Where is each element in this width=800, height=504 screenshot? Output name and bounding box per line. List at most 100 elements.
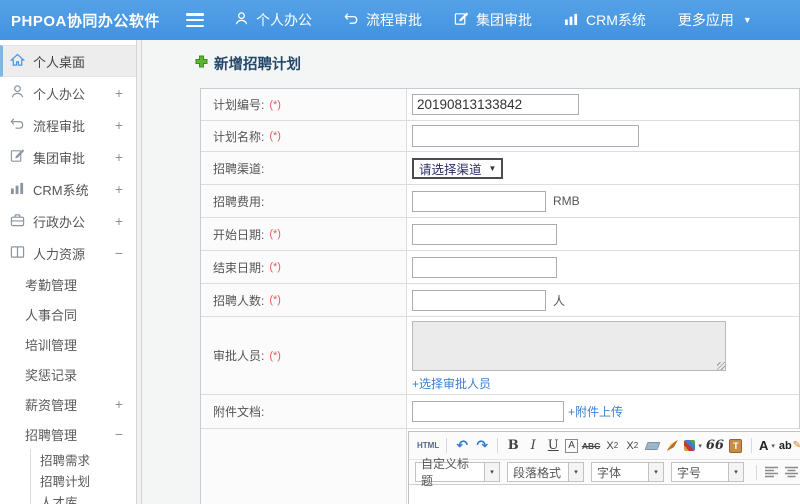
- sidebar-item-talent-pool[interactable]: 人才库: [31, 491, 136, 504]
- sidebar-item-recruit-mgmt[interactable]: 招聘管理 −: [0, 419, 136, 449]
- paste-text-icon[interactable]: T: [728, 436, 744, 456]
- field-label: 开始日期:: [213, 227, 265, 242]
- sidebar-item-salary-mgmt[interactable]: 薪资管理 +: [0, 389, 136, 419]
- subscript-button[interactable]: X2: [624, 436, 640, 456]
- field-label: 计划名称:: [213, 129, 265, 144]
- collapse-minus-icon[interactable]: −: [115, 245, 123, 261]
- field-label: 招聘人数:: [213, 293, 265, 308]
- topnav-crm-system[interactable]: CRM系统: [564, 10, 646, 30]
- expand-plus-icon[interactable]: +: [115, 117, 123, 133]
- dropdown-arrow-icon[interactable]: ▾: [729, 462, 744, 482]
- sidebar-item-label: 行政办公: [33, 214, 86, 230]
- collapse-minus-icon[interactable]: −: [115, 426, 123, 442]
- sidebar-item-admin-office[interactable]: 行政办公 +: [0, 205, 136, 237]
- underline-button[interactable]: U: [545, 436, 561, 456]
- blockquote-button[interactable]: 66: [706, 436, 724, 456]
- sidebar-item-hr-contract[interactable]: 人事合同: [0, 299, 136, 329]
- align-center-icon[interactable]: [785, 466, 799, 478]
- editor-toolbar-row2: 自定义标题 ▾ 段落格式 ▾ 字体 ▾ 字号 ▾: [409, 457, 800, 488]
- top-bar: PHPOA协同办公软件 个人办公 流程审批 集团审批 CRM系统 更多应用 ▼: [0, 0, 800, 40]
- sidebar-item-attendance-mgmt[interactable]: 考勤管理: [0, 269, 136, 299]
- font-size-dropdown[interactable]: 字号 ▾: [671, 462, 744, 482]
- topnav-more-apps[interactable]: 更多应用 ▼: [678, 10, 752, 30]
- format-brush-icon[interactable]: [664, 436, 680, 456]
- superscript-button[interactable]: X2: [604, 436, 620, 456]
- expand-plus-icon[interactable]: +: [115, 181, 123, 197]
- topnav-group-approval[interactable]: 集团审批: [454, 10, 532, 30]
- app-logo: PHPOA协同办公软件: [11, 12, 160, 30]
- chart-icon: [564, 12, 586, 29]
- approvers-textarea[interactable]: [412, 321, 726, 371]
- attachment-upload-link[interactable]: +附件上传: [568, 403, 623, 420]
- sidebar-item-recruit-plan[interactable]: 招聘计划: [31, 470, 136, 491]
- plan-name-input[interactable]: [412, 125, 639, 147]
- empty-label-cell: [201, 429, 407, 504]
- expand-plus-icon[interactable]: +: [115, 149, 123, 165]
- attachment-input[interactable]: [412, 401, 564, 422]
- form-row-start-date: 开始日期: (*): [201, 218, 799, 251]
- flow-icon: [10, 116, 33, 134]
- plan-number-input[interactable]: [412, 94, 579, 115]
- bold-button[interactable]: B: [505, 436, 521, 456]
- person-icon: [234, 11, 256, 29]
- headcount-input[interactable]: [412, 289, 546, 311]
- sidebar-item-personal-desktop[interactable]: 个人桌面: [0, 45, 136, 77]
- select-approvers-link[interactable]: +选择审批人员: [412, 377, 491, 391]
- topnav-label: CRM系统: [586, 12, 646, 28]
- channel-select[interactable]: 请选择渠道 ▼: [412, 157, 504, 179]
- sidebar-item-crm-system[interactable]: CRM系统 +: [0, 173, 136, 205]
- custom-title-dropdown[interactable]: 自定义标题 ▾: [415, 457, 500, 488]
- expand-plus-icon[interactable]: +: [115, 213, 123, 229]
- pencil-icon: ✎: [792, 440, 800, 451]
- source-code-button[interactable]: HTML: [417, 436, 439, 456]
- background-color-button[interactable]: ab✎▾: [779, 436, 800, 456]
- sidebar-item-training-mgmt[interactable]: 培训管理: [0, 329, 136, 359]
- start-date-input[interactable]: [412, 223, 557, 245]
- sidebar-item-recruit-demand[interactable]: 招聘需求: [31, 449, 136, 470]
- sidebar-item-group-approval[interactable]: 集团审批 +: [0, 141, 136, 173]
- topnav-workflow-approval[interactable]: 流程审批: [344, 10, 422, 30]
- sidebar-item-reward-records[interactable]: 奖惩记录: [0, 359, 136, 389]
- recruit-fee-input[interactable]: [412, 190, 546, 212]
- home-icon: [9, 53, 33, 70]
- sidebar-scrollbar[interactable]: [136, 40, 142, 504]
- italic-button[interactable]: I: [525, 436, 541, 456]
- redo-icon[interactable]: ↷: [474, 436, 490, 456]
- dropdown-arrow-icon[interactable]: ▾: [485, 462, 500, 482]
- font-family-dropdown[interactable]: 字体 ▾: [591, 462, 664, 482]
- sidebar-subsub-label: 招聘需求: [40, 454, 91, 468]
- align-left-icon[interactable]: [765, 466, 779, 478]
- autotypeset-button[interactable]: A: [565, 438, 578, 453]
- chart-icon: [10, 181, 33, 198]
- sidebar-subsub-label: 招聘计划: [40, 475, 91, 489]
- end-date-input[interactable]: [412, 256, 557, 278]
- menu-toggle-button[interactable]: [186, 13, 204, 27]
- form-row-plan-content: HTML ↶ ↷ B I U A ABC X2 X2 ▾ 66 T A ▾ ab…: [201, 429, 800, 504]
- required-mark: (*): [269, 261, 281, 273]
- sidebar-item-label: 流程审批: [33, 118, 86, 134]
- field-label: 招聘费用:: [213, 194, 265, 209]
- expand-plus-icon[interactable]: +: [115, 396, 123, 412]
- undo-icon[interactable]: ↶: [454, 436, 470, 456]
- topnav-label: 个人办公: [256, 12, 312, 28]
- recruit-submenu: 招聘需求 招聘计划 人才库: [30, 449, 136, 504]
- sidebar-item-workflow-approval[interactable]: 流程审批 +: [0, 109, 136, 141]
- topnav-personal-office[interactable]: 个人办公: [234, 10, 312, 30]
- form-row-recruit-channel: 招聘渠道: 请选择渠道 ▼: [201, 152, 799, 185]
- sidebar-subsub-label: 人才库: [40, 496, 78, 504]
- font-color-button[interactable]: A ▾: [759, 436, 775, 456]
- eraser-icon[interactable]: [644, 436, 661, 456]
- highlight-palette-icon[interactable]: ▾: [684, 436, 702, 456]
- field-label: 附件文档:: [213, 405, 265, 419]
- expand-plus-icon[interactable]: +: [115, 85, 123, 101]
- paragraph-format-dropdown[interactable]: 段落格式 ▾: [507, 462, 584, 482]
- sidebar-sub-label: 招聘管理: [25, 427, 78, 443]
- flow-icon: [344, 11, 366, 29]
- topnav-label: 更多应用: [677, 12, 734, 28]
- dropdown-arrow-icon[interactable]: ▾: [649, 462, 664, 482]
- sidebar-item-personal-office[interactable]: 个人办公 +: [0, 77, 136, 109]
- sidebar-item-human-resources[interactable]: 人力资源 −: [0, 237, 136, 269]
- dropdown-arrow-icon[interactable]: ▾: [569, 462, 584, 482]
- strikethrough-button[interactable]: ABC: [582, 436, 600, 456]
- top-navigation: 个人办公 流程审批 集团审批 CRM系统 更多应用 ▼: [234, 10, 784, 30]
